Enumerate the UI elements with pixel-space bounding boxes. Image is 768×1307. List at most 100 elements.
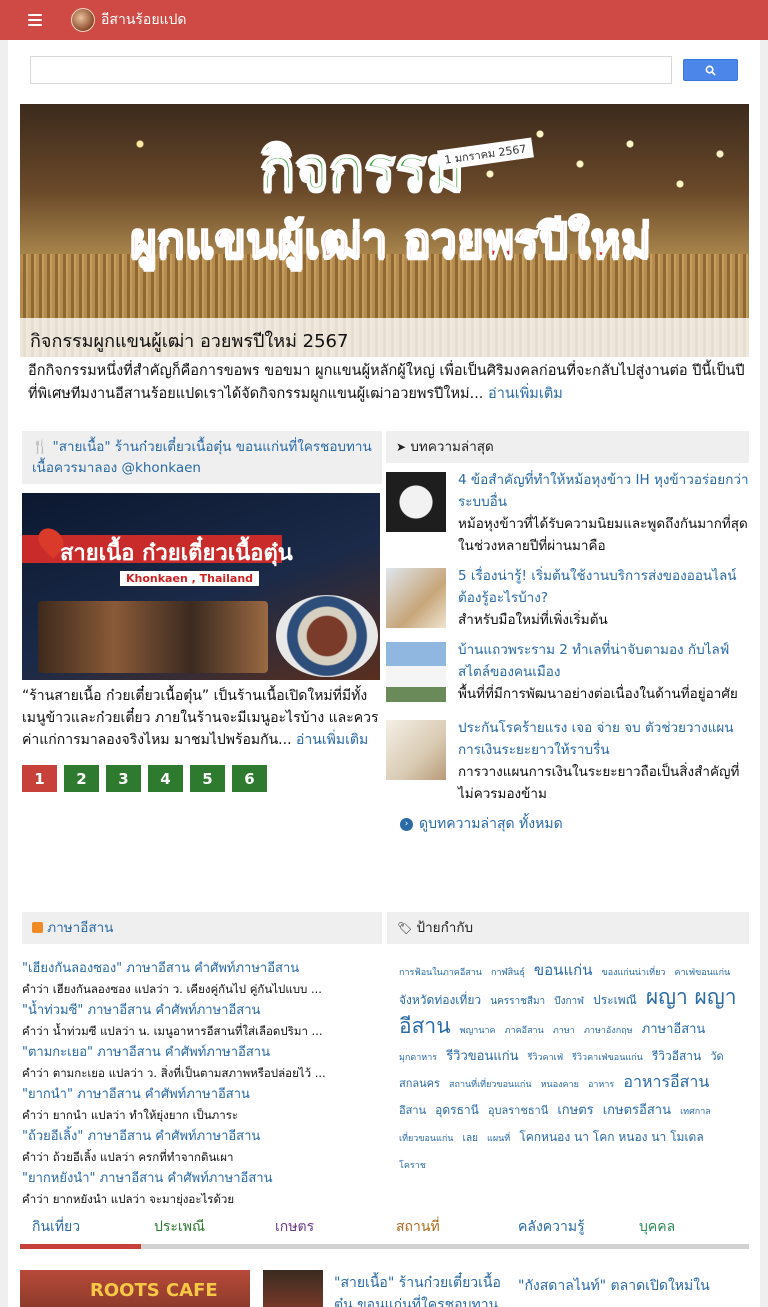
see-all-recent-link[interactable]: › ดูบทความล่าสุด ทั้งหมด <box>386 813 749 835</box>
page-button-6[interactable]: 6 <box>232 765 267 792</box>
tag-link[interactable]: อาหารอีสาน <box>623 1072 709 1091</box>
hamburger-menu-icon[interactable] <box>28 14 42 26</box>
tag-link[interactable]: สกลนคร <box>399 1077 440 1090</box>
tag-link[interactable]: เลย <box>463 1133 478 1144</box>
active-tab-indicator <box>20 1244 141 1249</box>
tag-link[interactable]: กาฬสินธุ์ <box>491 968 525 978</box>
recent-post-item[interactable]: ประกันโรคร้ายแรง เจอ จ่าย จบ ตัวช่วยวางแ… <box>386 717 749 805</box>
featured-title[interactable]: 🍴 "สายเนื้อ" ร้านก๋วยเตี๋ยวเนื้อตุ๋น ขอน… <box>22 431 382 484</box>
paper-plane-icon: ➤ <box>396 440 407 454</box>
recent-post-thumbnail[interactable] <box>386 720 446 780</box>
tag-link[interactable]: ประเพณี <box>593 993 637 1007</box>
language-item-desc: คำว่า เฮียงกันลองซอง แปลว่า ว. เคียงคู่ก… <box>22 982 322 996</box>
tag-link[interactable]: หนองคาย <box>541 1080 579 1090</box>
tag-link[interactable]: การฟ้อนในภาคอีสาน <box>399 968 482 978</box>
tag-link[interactable]: เกษตร <box>557 1103 593 1118</box>
tag-link[interactable]: ภาษา <box>553 1026 575 1036</box>
featured-image[interactable]: สายเนื้อ ก๋วยเตี๋ยวเนื้อตุ๋น Khonkaen , … <box>22 493 380 680</box>
tag-link[interactable]: ของแก่นน่าเที่ยว <box>602 968 666 978</box>
tag-link[interactable]: คาเฟ่ขอนแก่น <box>675 968 731 978</box>
list-item[interactable]: "เฮียงกันลองซอง" ภาษาอีสาน คำศัพท์ภาษาอี… <box>22 958 382 1000</box>
pagination: 1 2 3 4 5 6 <box>22 765 382 792</box>
featured-read-more-link[interactable]: อ่านเพิ่มเติม <box>296 732 368 748</box>
page-button-2[interactable]: 2 <box>64 765 99 792</box>
search-input[interactable] <box>30 56 672 84</box>
tag-link[interactable]: โคกหนอง นา โคก หนอง นา โมเดล <box>519 1130 703 1144</box>
language-item-title[interactable]: "ยากนำ" ภาษาอีสาน คำศัพท์ภาษาอีสาน <box>22 1084 382 1105</box>
tag-link[interactable]: โคราช <box>399 1161 426 1171</box>
tag-link[interactable]: อาหาร <box>588 1080 614 1090</box>
tag-link[interactable]: สถานที่เที่ยวขอนแก่น <box>449 1080 532 1090</box>
language-item-title[interactable]: "น้ำท่วมซี" ภาษาอีสาน คำศัพท์ภาษาอีสาน <box>22 1000 382 1021</box>
language-item-desc: คำว่า ยากนำ แปลว่า ทำให้ยุ่งยาก เป็นภาระ <box>22 1108 239 1122</box>
language-item-desc: คำว่า น้ำท่วมซี แปลว่า น. เมนูอาหารอีสาน… <box>22 1024 323 1038</box>
tag-link[interactable]: รีวิวคาเฟ่ขอนแก่น <box>572 1053 643 1063</box>
tag-link[interactable]: แผนที่ <box>487 1134 510 1144</box>
recent-posts-header: ➤ บทความล่าสุด <box>386 431 749 463</box>
recent-post-thumbnail[interactable] <box>386 472 446 532</box>
search-button[interactable] <box>683 59 738 81</box>
site-logo[interactable] <box>71 8 95 32</box>
recent-post-item[interactable]: 5 เรื่องน่ารู้! เริ่มต้นใช้งานบริการส่งข… <box>386 565 749 637</box>
recent-post-title[interactable]: ประกันโรคร้ายแรง เจอ จ่าย จบ ตัวช่วยวางแ… <box>458 717 749 761</box>
tag-link[interactable]: จังหวัดท่องเที่ยว <box>399 993 481 1007</box>
hero-caption[interactable]: กิจกรรมผูกแขนผู้เฒ่า อวยพรปีใหม่ 2567 <box>20 318 749 357</box>
tag-link[interactable]: เที่ยวขอนแก่น <box>399 1134 453 1144</box>
recent-post-title[interactable]: 4 ข้อสำคัญที่ทำให้หม้อหุงข้าว IH หุงข้าว… <box>458 469 749 513</box>
card-title[interactable]: "สายเนื้อ" ร้านก๋วยเตี๋ยวเนื้อตุ๋น ขอนแก… <box>334 1272 504 1307</box>
recent-post-item[interactable]: 4 ข้อสำคัญที่ทำให้หม้อหุงข้าว IH หุงข้าว… <box>386 469 749 557</box>
card-title[interactable]: "กังสดาลไนท์" ตลาดเปิดใหม่ใน <box>518 1275 749 1297</box>
page-button-3[interactable]: 3 <box>106 765 141 792</box>
tag-link[interactable]: ขอนแก่น <box>534 961 593 979</box>
search-icon <box>705 65 716 76</box>
tag-link[interactable]: รีวิวอีสาน <box>652 1049 701 1063</box>
page-content: กิจกรรม 1 มกราคม 2567 ผูกแขนผู้เฒ่า อวยพ… <box>8 40 760 1307</box>
tag-link[interactable]: นครราชสีมา <box>490 996 545 1007</box>
featured-image-subtitle: Khonkaen , Thailand <box>120 571 260 586</box>
tag-cloud: การฟ้อนในภาคอีสาน กาฬสินธุ์ ขอนแก่น ของแ… <box>387 958 749 1178</box>
recent-post-title[interactable]: 5 เรื่องน่ารู้! เริ่มต้นใช้งานบริการส่งข… <box>458 565 749 609</box>
tag-link[interactable]: เกษตรอีสาน <box>603 1103 671 1118</box>
tag-link[interactable]: พญานาค <box>460 1026 496 1036</box>
hero-read-more-link[interactable]: อ่านเพิ่มเติม <box>488 386 563 402</box>
tag-link[interactable]: อุดรธานี <box>435 1103 479 1117</box>
tag-link[interactable]: ภาษาอีสาน <box>642 1022 706 1037</box>
cutlery-icon: 🍴 <box>32 440 49 455</box>
isan-language-header-text[interactable]: ภาษาอีสาน <box>47 920 113 936</box>
list-item[interactable]: "ถ้วยอีเลิ้ง" ภาษาอีสาน คำศัพท์ภาษาอีสาน… <box>22 1126 382 1168</box>
recent-post-title[interactable]: บ้านแถวพระราม 2 ทำเลที่น่าจับตามอง กับไล… <box>458 639 749 683</box>
language-item-title[interactable]: "ยากหยังนำ" ภาษาอีสาน คำศัพท์ภาษาอีสาน <box>22 1168 382 1189</box>
page-button-5[interactable]: 5 <box>190 765 225 792</box>
hero-featured-post[interactable]: กิจกรรม 1 มกราคม 2567 ผูกแขนผู้เฒ่า อวยพ… <box>20 104 749 357</box>
recent-post-item[interactable]: บ้านแถวพระราม 2 ทำเลที่น่าจับตามอง กับไล… <box>386 639 749 711</box>
tag-link[interactable]: รีวิวขอนแก่น <box>446 1049 518 1064</box>
tag-link[interactable]: รีวิวคาเฟ่ <box>528 1053 563 1063</box>
tag-link[interactable]: วัด <box>710 1050 723 1063</box>
chevron-right-circle-icon: › <box>400 817 413 831</box>
recent-post-thumbnail[interactable] <box>386 642 446 702</box>
tag-link[interactable]: อุบลราชธานี <box>488 1104 548 1117</box>
card-image[interactable] <box>263 1270 323 1307</box>
language-item-title[interactable]: "ถ้วยอีเลิ้ง" ภาษาอีสาน คำศัพท์ภาษาอีสาน <box>22 1126 382 1147</box>
page-button-1[interactable]: 1 <box>22 765 57 792</box>
page-button-4[interactable]: 4 <box>148 765 183 792</box>
featured-title-text[interactable]: "สายเนื้อ" ร้านก๋วยเตี๋ยวเนื้อตุ๋น ขอนแก… <box>32 439 372 476</box>
tags-header: 🏷 ป้ายกำกับ <box>387 912 749 944</box>
tag-link[interactable]: อีสาน <box>399 1104 426 1117</box>
card-image[interactable]: ROOTS CAFE <box>20 1270 250 1307</box>
language-item-title[interactable]: "เฮียงกันลองซอง" ภาษาอีสาน คำศัพท์ภาษาอี… <box>22 958 382 979</box>
site-title[interactable]: อีสานร้อยแปด <box>101 9 187 31</box>
list-item[interactable]: "ยากนำ" ภาษาอีสาน คำศัพท์ภาษาอีสานคำว่า … <box>22 1084 382 1126</box>
tag-link[interactable]: ภาคอีสาน <box>505 1026 544 1036</box>
see-all-recent-text[interactable]: ดูบทความล่าสุด ทั้งหมด <box>419 813 563 835</box>
tag-link[interactable]: มุกดาหาร <box>399 1053 437 1063</box>
list-item[interactable]: "น้ำท่วมซี" ภาษาอีสาน คำศัพท์ภาษาอีสานคำ… <box>22 1000 382 1042</box>
isan-language-header[interactable]: ภาษาอีสาน <box>22 912 382 944</box>
language-item-title[interactable]: "ตามกะเยอ" ภาษาอีสาน คำศัพท์ภาษาอีสาน <box>22 1042 382 1063</box>
tag-link[interactable]: บึงกาฬ <box>554 996 584 1007</box>
tag-link[interactable]: ภาษาอังกฤษ <box>584 1026 633 1036</box>
list-item[interactable]: "ตามกะเยอ" ภาษาอีสาน คำศัพท์ภาษาอีสาน คำว… <box>22 1042 382 1084</box>
recent-post-thumbnail[interactable] <box>386 568 446 628</box>
list-item[interactable]: "ยากหยังนำ" ภาษาอีสาน คำศัพท์ภาษาอีสาน คำ… <box>22 1168 382 1210</box>
tag-link[interactable]: เทศกาล <box>680 1107 711 1117</box>
